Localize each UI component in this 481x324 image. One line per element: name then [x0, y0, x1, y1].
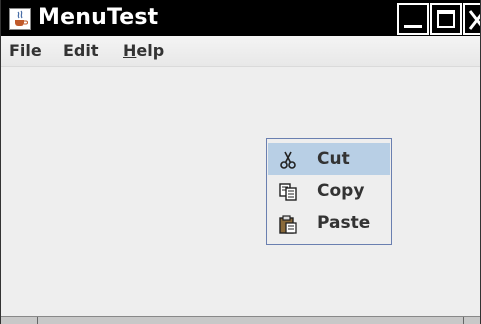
- menu-bar: File Edit Help: [1, 36, 480, 67]
- scissors-icon: [280, 151, 296, 169]
- menu-help-label-rest: elp: [136, 41, 165, 60]
- content-area[interactable]: [1, 67, 480, 316]
- menu-help[interactable]: Help: [123, 41, 164, 61]
- title-bar[interactable]: MenuTest: [1, 0, 480, 36]
- menu-help-mnemonic: H: [123, 41, 137, 60]
- close-button[interactable]: [463, 3, 480, 35]
- java-cup-icon[interactable]: [9, 8, 31, 30]
- maximize-button[interactable]: [430, 3, 462, 35]
- menu-file[interactable]: File: [9, 41, 42, 61]
- paste-icon: [279, 215, 297, 234]
- popup-item-copy[interactable]: Copy: [268, 175, 390, 207]
- minimize-icon: [404, 25, 422, 28]
- popup-menu: Cut Copy Paste: [266, 138, 392, 245]
- popup-item-label: Paste: [317, 213, 371, 233]
- bottom-border-divider: [37, 317, 38, 324]
- bottom-border-divider: [463, 317, 464, 324]
- minimize-button[interactable]: [397, 3, 429, 35]
- window-bottom-border[interactable]: [1, 316, 480, 324]
- popup-item-cut[interactable]: Cut: [268, 143, 390, 175]
- window-title: MenuTest: [38, 5, 159, 30]
- popup-item-label: Copy: [317, 181, 365, 201]
- application-window: MenuTest File Edit Help Cut Copy Paste: [0, 0, 481, 324]
- close-icon: [468, 10, 480, 30]
- maximize-icon: [437, 10, 455, 28]
- menu-edit[interactable]: Edit: [63, 41, 99, 61]
- copy-icon: [279, 183, 297, 201]
- popup-item-paste[interactable]: Paste: [268, 207, 390, 239]
- popup-item-label: Cut: [317, 149, 350, 169]
